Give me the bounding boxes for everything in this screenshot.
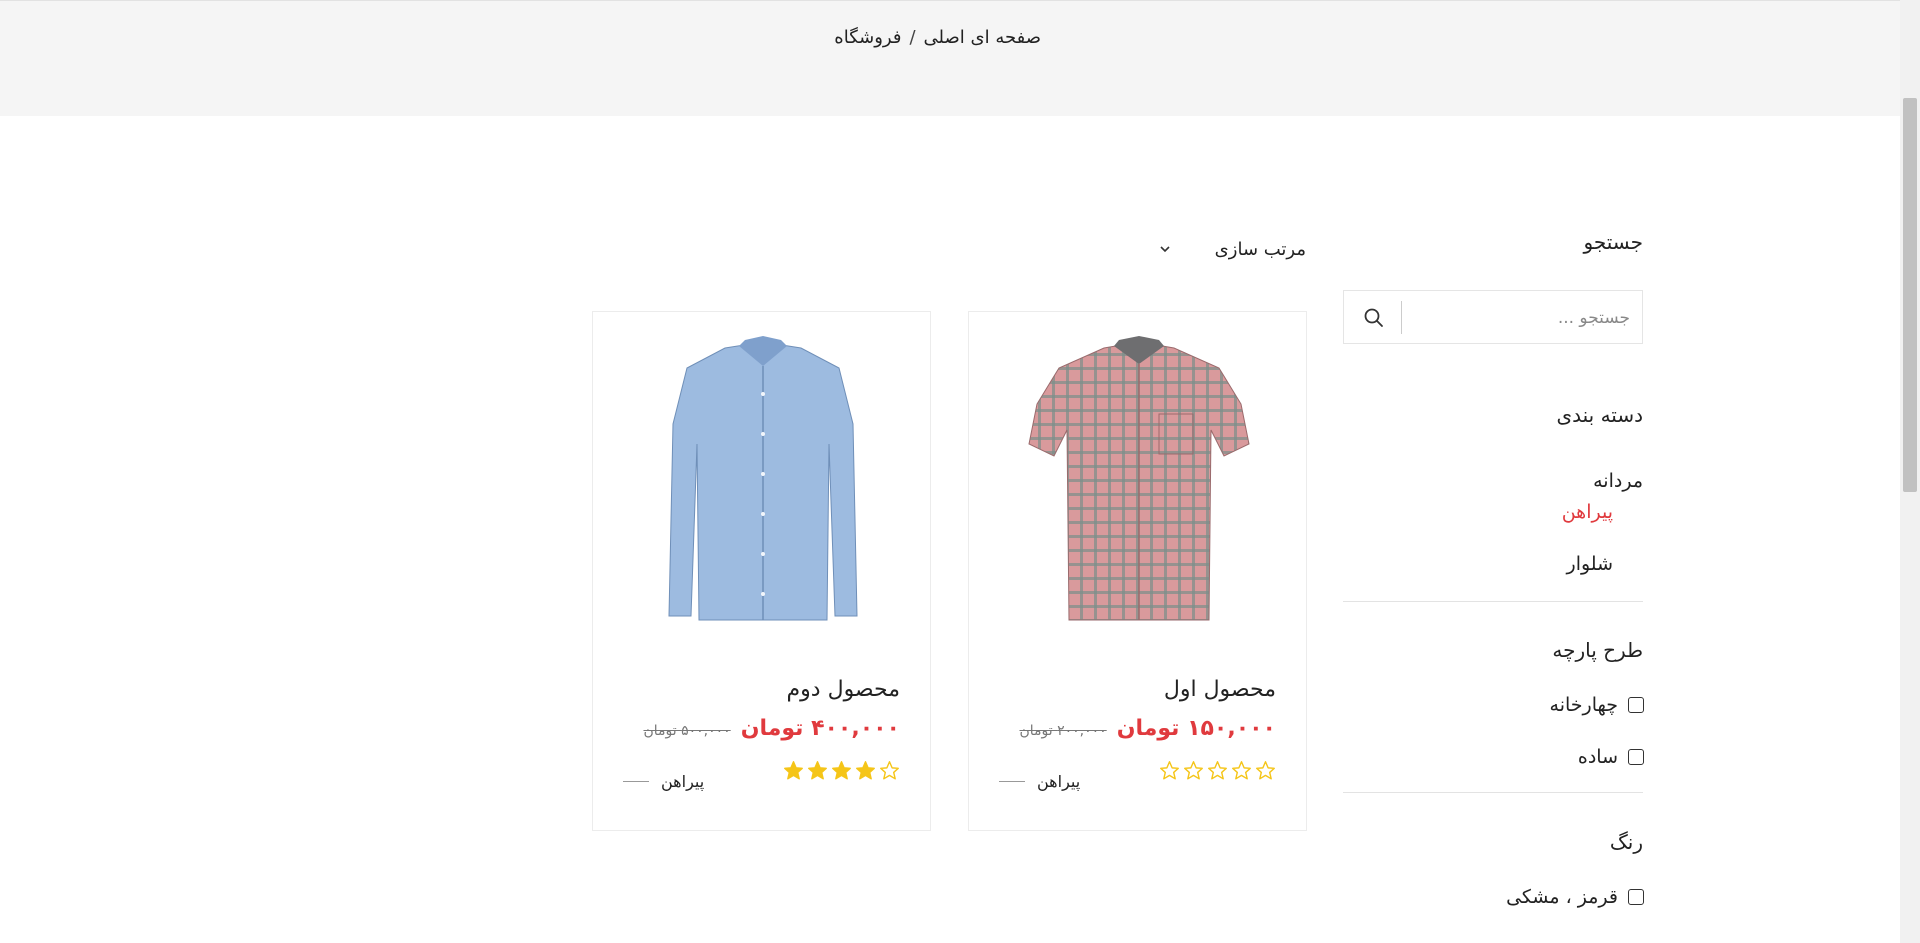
search-title: جستجو [1583,230,1643,254]
filter-label-checkered: چهارخانه [1549,694,1618,716]
product-card[interactable]: محصول دوم ۴۰۰,۰۰۰ تومان ۵۰۰,۰۰۰ تومان پی… [592,311,931,831]
product-name[interactable]: محصول دوم [787,677,900,702]
breadcrumb-current: فروشگاه [834,26,902,48]
star-filled-icon [832,761,851,780]
category-dash [623,781,649,782]
star-empty-icon [1208,761,1227,780]
product-name[interactable]: محصول اول [1164,677,1276,702]
star-filled-icon [856,761,875,780]
search-box [1343,290,1643,344]
fabric-pattern-title: طرح پارچه [1552,638,1643,662]
star-empty-icon [1232,761,1251,780]
product-category-label: پیراهن [1037,772,1081,791]
sort-dropdown[interactable]: مرتب سازی [1158,234,1306,264]
star-empty-icon [1256,761,1275,780]
category-dash [999,781,1025,782]
product-rating [1159,760,1276,781]
search-button[interactable] [1354,302,1394,334]
star-empty-icon [1160,761,1179,780]
filter-option-checkered[interactable]: چهارخانه [1400,692,1644,718]
product-price-row: ۴۰۰,۰۰۰ تومان ۵۰۰,۰۰۰ تومان [643,716,900,741]
breadcrumb-home-link[interactable]: صفحه ای اصلی [924,27,1041,48]
product-category[interactable]: پیراهن [623,772,704,791]
color-filter-title: رنگ [1609,830,1643,854]
category-item-shirt[interactable]: پیراهن [1562,501,1613,523]
search-input[interactable] [1408,301,1632,335]
page-header-bar: صفحه ای اصلی / فروشگاه [0,0,1900,116]
product-rating [783,760,900,781]
search-divider [1401,301,1402,334]
search-icon [1364,308,1383,327]
product-price-row: ۱۵۰,۰۰۰ تومان ۲۰۰,۰۰۰ تومان [1019,716,1276,741]
filter-option-plain[interactable]: ساده [1400,744,1644,770]
product-price: ۴۰۰,۰۰۰ تومان [740,716,900,741]
product-image[interactable] [643,334,883,634]
filter-option-red-black[interactable]: قرمز ، مشکی [1400,884,1644,910]
category-item-men[interactable]: مردانه [1593,470,1643,492]
product-old-price: ۵۰۰,۰۰۰ تومان [643,723,731,739]
category-item-pants[interactable]: شلوار [1567,553,1613,575]
star-empty-icon [880,761,899,780]
product-category-label: پیراهن [661,772,705,791]
product-price: ۱۵۰,۰۰۰ تومان [1116,716,1276,741]
filter-label-red-black: قرمز ، مشکی [1506,886,1618,908]
breadcrumb: صفحه ای اصلی / فروشگاه [834,23,1041,51]
product-old-price: ۲۰۰,۰۰۰ تومان [1019,723,1107,739]
product-category[interactable]: پیراهن [999,772,1080,791]
sidebar-divider [1343,792,1643,793]
star-filled-icon [784,761,803,780]
chevron-down-icon [1160,246,1170,253]
filter-label-plain: ساده [1577,746,1618,768]
sidebar-divider [1343,601,1643,602]
page-scrollbar[interactable] [1900,0,1920,943]
checkbox-red-black[interactable] [1628,889,1644,905]
checkbox-checkered[interactable] [1628,697,1644,713]
product-image[interactable] [1019,334,1259,634]
star-filled-icon [808,761,827,780]
star-empty-icon [1184,761,1203,780]
product-card[interactable]: محصول اول ۱۵۰,۰۰۰ تومان ۲۰۰,۰۰۰ تومان پی… [968,311,1307,831]
sort-label: مرتب سازی [1214,238,1306,260]
scrollbar-thumb[interactable] [1903,98,1917,492]
breadcrumb-separator: / [909,26,916,48]
checkbox-plain[interactable] [1628,749,1644,765]
categories-title: دسته بندی [1556,403,1643,427]
